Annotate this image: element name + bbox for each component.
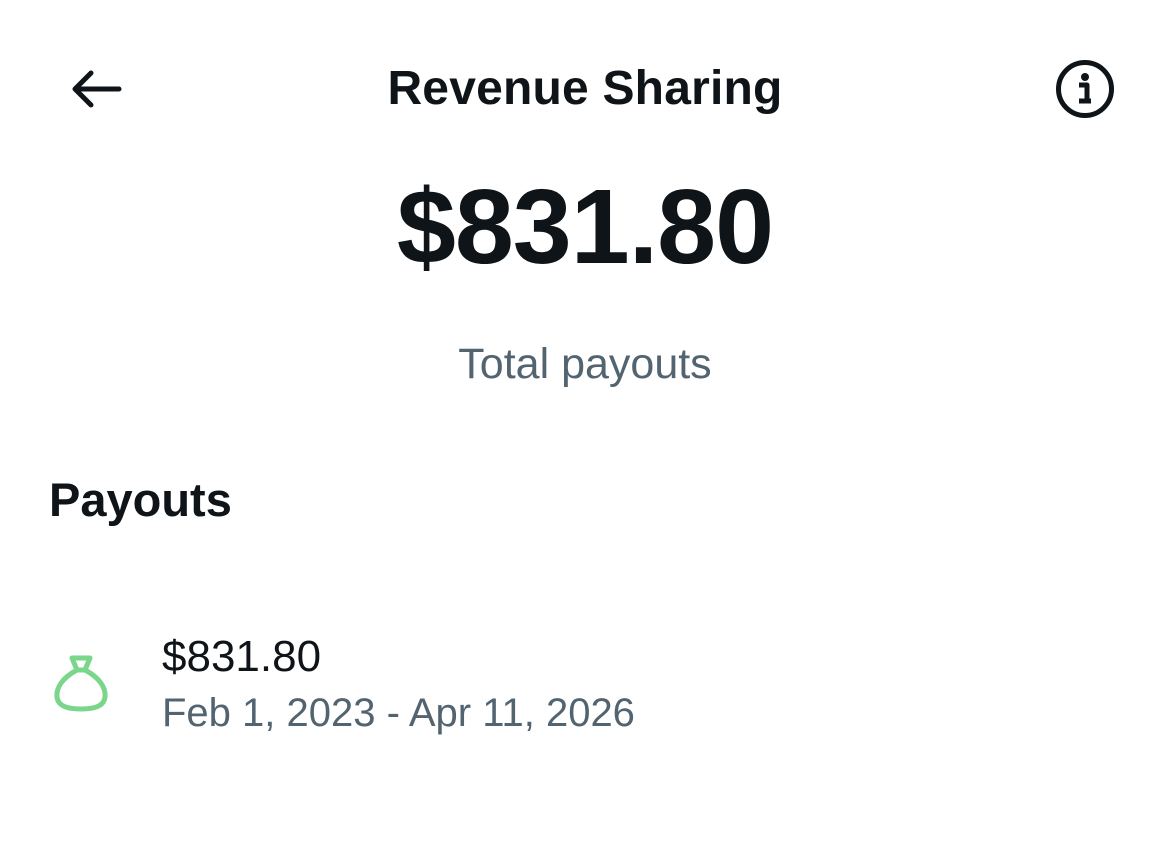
total-payouts-amount: $831.80 [396, 168, 774, 286]
payout-date-range: Feb 1, 2023 - Apr 11, 2026 [162, 691, 635, 735]
page-title: Revenue Sharing [387, 62, 783, 115]
info-button[interactable] [1052, 56, 1118, 122]
payouts-section-title: Payouts [49, 473, 232, 526]
money-bag-icon [54, 655, 108, 712]
revenue-sharing-screen: Revenue Sharing $831.80 Total payouts Pa… [0, 0, 1170, 848]
payout-list-item[interactable]: $831.80 Feb 1, 2023 - Apr 11, 2026 [0, 620, 1170, 750]
info-circle-icon [1056, 60, 1114, 118]
payout-amount: $831.80 [162, 632, 322, 681]
total-payouts-label: Total payouts [458, 340, 712, 388]
header-bar: Revenue Sharing [0, 0, 1170, 180]
